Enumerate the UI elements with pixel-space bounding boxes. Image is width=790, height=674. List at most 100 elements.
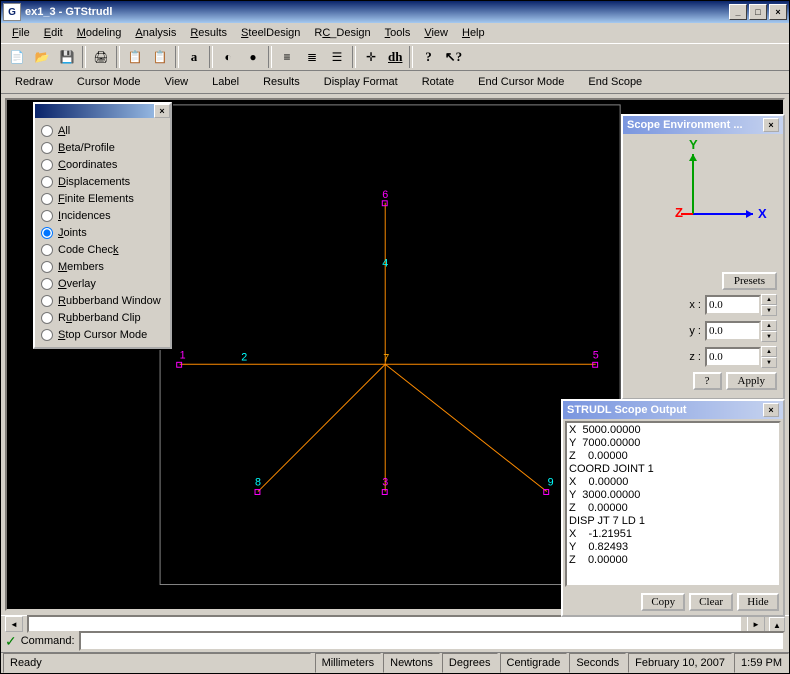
opt-inc[interactable]: Incidences: [41, 207, 164, 224]
align-right-icon[interactable]: ☰: [325, 45, 349, 69]
context-help-icon[interactable]: ↖?: [441, 45, 465, 69]
x-down-icon[interactable]: ▼: [761, 305, 777, 316]
hist-left-icon[interactable]: ◄: [5, 616, 23, 632]
status-force: Newtons: [383, 653, 440, 673]
svg-text:X: X: [758, 206, 767, 221]
opt-disp[interactable]: Displacements: [41, 173, 164, 190]
opt-code[interactable]: Code Check: [41, 241, 164, 258]
paste-icon[interactable]: 📋: [148, 45, 172, 69]
menu-analysis[interactable]: Analysis: [128, 25, 183, 41]
clear-button[interactable]: Clear: [689, 593, 733, 611]
status-temp: Centigrade: [500, 653, 568, 673]
scope-env-close-icon[interactable]: ×: [763, 118, 779, 132]
cross-icon[interactable]: ✛: [359, 45, 383, 69]
tb-rotate[interactable]: Rotate: [412, 74, 464, 90]
tb-display-format[interactable]: Display Format: [314, 74, 408, 90]
opt-rbw[interactable]: Rubberband Window: [41, 292, 164, 309]
status-time-unit: Seconds: [569, 653, 626, 673]
help-button[interactable]: ?: [693, 372, 722, 390]
menu-results[interactable]: Results: [183, 25, 234, 41]
tb-end-cursor[interactable]: End Cursor Mode: [468, 74, 574, 90]
y-input[interactable]: [705, 321, 761, 341]
help-icon[interactable]: ?: [416, 45, 440, 69]
dot-icon[interactable]: ◐: [216, 45, 240, 69]
opt-beta[interactable]: Beta/Profile: [41, 139, 164, 156]
tb-view[interactable]: View: [154, 74, 198, 90]
z-input[interactable]: [705, 347, 761, 367]
opt-stop[interactable]: Stop Cursor Mode: [41, 326, 164, 343]
menu-file[interactable]: File: [5, 25, 37, 41]
menu-help[interactable]: Help: [455, 25, 492, 41]
svg-text:3: 3: [382, 477, 388, 489]
opt-all[interactable]: All: [41, 122, 164, 139]
command-label: Command:: [21, 635, 75, 647]
close-button[interactable]: ×: [769, 4, 787, 20]
menu-modeling[interactable]: Modeling: [70, 25, 129, 41]
y-down-icon[interactable]: ▼: [761, 331, 777, 342]
menubar: File Edit Modeling Analysis Results Stee…: [1, 23, 789, 43]
scope-out-close-icon[interactable]: ×: [763, 403, 779, 417]
tb-results[interactable]: Results: [253, 74, 310, 90]
new-icon[interactable]: 📄: [5, 45, 29, 69]
separator: [175, 46, 179, 68]
separator: [116, 46, 120, 68]
scope-output-text[interactable]: X 5000.00000 Y 7000.00000 Z 0.00000 COOR…: [565, 421, 781, 587]
statusbar: Ready Millimeters Newtons Degrees Centig…: [1, 652, 789, 673]
opt-members[interactable]: Members: [41, 258, 164, 275]
svg-text:5: 5: [593, 349, 599, 361]
svg-text:4: 4: [382, 257, 388, 269]
opt-coords[interactable]: Coordinates: [41, 156, 164, 173]
presets-button[interactable]: Presets: [722, 272, 777, 290]
svg-text:8: 8: [255, 477, 261, 489]
menu-tools[interactable]: Tools: [378, 25, 418, 41]
menu-view[interactable]: View: [417, 25, 455, 41]
separator: [268, 46, 272, 68]
app-window: G ex1_3 - GTStrudl _ □ × File Edit Model…: [0, 0, 790, 674]
popup-close-icon[interactable]: ×: [154, 104, 170, 118]
y-up-icon[interactable]: ▲: [761, 320, 777, 331]
tb-cursor-mode[interactable]: Cursor Mode: [67, 74, 151, 90]
toolbar-main: 📄 📂 💾 🖨 📋 📋 a ◐ ● ≡ ≣ ☰ ✛ dh ? ↖?: [1, 43, 789, 71]
opt-joints[interactable]: Joints: [41, 224, 164, 241]
hide-button[interactable]: Hide: [737, 593, 779, 611]
main-area: 1 8 3 9 5 6 2 4: [1, 94, 789, 615]
check-icon: ✓: [5, 633, 17, 650]
maximize-button[interactable]: □: [749, 4, 767, 20]
hist-right-icon[interactable]: ►: [747, 616, 765, 632]
z-down-icon[interactable]: ▼: [761, 357, 777, 368]
opt-fe[interactable]: Finite Elements: [41, 190, 164, 207]
tb-label[interactable]: Label: [202, 74, 249, 90]
align-left-icon[interactable]: ≡: [275, 45, 299, 69]
save-icon[interactable]: 💾: [55, 45, 79, 69]
scope-environment-panel: Scope Environment ... × X Y Z Presets x …: [621, 114, 785, 400]
y-label: y :: [689, 325, 701, 337]
menu-steel[interactable]: SteelDesign: [234, 25, 307, 41]
circle-icon[interactable]: ●: [241, 45, 265, 69]
scope-output-panel: STRUDL Scope Output × X 5000.00000 Y 700…: [561, 399, 785, 617]
menu-rc[interactable]: RC_Design: [307, 25, 377, 41]
separator: [82, 46, 86, 68]
tb-redraw[interactable]: Redraw: [5, 74, 63, 90]
open-icon[interactable]: 📂: [30, 45, 54, 69]
copy-button[interactable]: Copy: [641, 593, 685, 611]
opt-overlay[interactable]: Overlay: [41, 275, 164, 292]
x-up-icon[interactable]: ▲: [761, 294, 777, 305]
x-input[interactable]: [705, 295, 761, 315]
menu-edit[interactable]: Edit: [37, 25, 70, 41]
copy-icon[interactable]: 📋: [123, 45, 147, 69]
tb-end-scope[interactable]: End Scope: [578, 74, 652, 90]
command-input[interactable]: [79, 631, 785, 651]
align-center-icon[interactable]: ≣: [300, 45, 324, 69]
minimize-button[interactable]: _: [729, 4, 747, 20]
dh-icon[interactable]: dh: [384, 45, 406, 69]
svg-text:Z: Z: [675, 205, 683, 220]
axes-widget: X Y Z: [623, 134, 783, 264]
z-up-icon[interactable]: ▲: [761, 346, 777, 357]
status-length: Millimeters: [315, 653, 382, 673]
x-label: x :: [689, 299, 701, 311]
svg-text:2: 2: [241, 351, 247, 363]
a-icon[interactable]: a: [182, 45, 206, 69]
apply-button[interactable]: Apply: [726, 372, 778, 390]
print-icon[interactable]: 🖨: [89, 45, 113, 69]
opt-rbc[interactable]: Rubberband Clip: [41, 309, 164, 326]
